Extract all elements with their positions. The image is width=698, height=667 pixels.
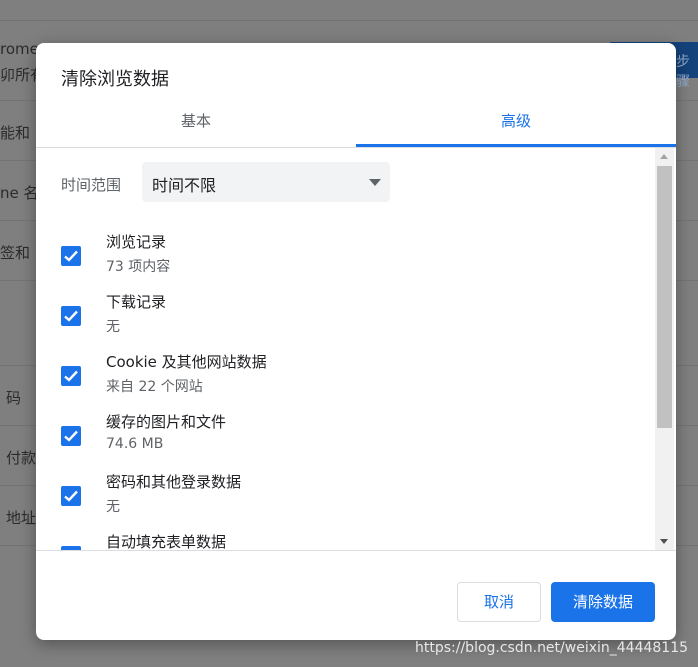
background-text: 能和 bbox=[0, 124, 31, 142]
checkbox-item-downloads[interactable]: 下载记录 无 bbox=[36, 291, 651, 351]
item-title: 密码和其他登录数据 bbox=[106, 473, 242, 491]
checkbox-checked-icon[interactable] bbox=[61, 486, 81, 506]
tab-advanced[interactable]: 高级 bbox=[356, 101, 676, 147]
background-text: rome bbox=[0, 40, 39, 58]
time-range-label: 时间范围 bbox=[61, 176, 122, 194]
item-subtitle: 无 bbox=[106, 319, 120, 335]
item-title: 缓存的图片和文件 bbox=[106, 413, 227, 431]
checkbox-checked-icon[interactable] bbox=[61, 426, 81, 446]
background-text: 签和 bbox=[0, 244, 31, 262]
dialog-title: 清除浏览数据 bbox=[61, 69, 169, 90]
chevron-down-icon bbox=[369, 179, 381, 186]
scroll-down-icon[interactable] bbox=[660, 539, 668, 544]
item-subtitle: 无 bbox=[106, 499, 120, 515]
checkbox-item-cache[interactable]: 缓存的图片和文件 74.6 MB bbox=[36, 411, 651, 471]
item-title: 下载记录 bbox=[106, 293, 167, 311]
scroll-up-icon[interactable] bbox=[660, 154, 668, 159]
dialog-content: 时间范围 时间不限 浏览记录 73 项内容 下载记录 无 Cookie 及其他网… bbox=[36, 148, 676, 550]
checkbox-checked-icon[interactable] bbox=[61, 366, 81, 386]
item-subtitle: 73 项内容 bbox=[106, 259, 171, 275]
watermark: https://blog.csdn.net/weixin_44448115 bbox=[415, 640, 689, 656]
background-button-label: 步骤 bbox=[676, 54, 690, 90]
time-range-value: 时间不限 bbox=[152, 176, 217, 195]
background-text: 付款 bbox=[6, 449, 37, 467]
item-title: 浏览记录 bbox=[106, 233, 167, 251]
checkbox-checked-icon[interactable] bbox=[61, 246, 81, 266]
checkbox-item-cookies[interactable]: Cookie 及其他网站数据 来自 22 个网站 bbox=[36, 351, 651, 411]
tab-bar: 基本 高级 bbox=[36, 101, 676, 148]
background-divider bbox=[0, 20, 698, 21]
scrollbar[interactable] bbox=[655, 148, 674, 550]
checkbox-item-passwords[interactable]: 密码和其他登录数据 无 bbox=[36, 471, 651, 531]
item-title: 自动填充表单数据 bbox=[106, 533, 227, 550]
background-text: 地址 bbox=[6, 509, 37, 527]
item-subtitle: 74.6 MB bbox=[106, 436, 164, 452]
scrollbar-thumb[interactable] bbox=[657, 166, 672, 428]
checkbox-checked-icon[interactable] bbox=[61, 306, 81, 326]
checkbox-item-history[interactable]: 浏览记录 73 项内容 bbox=[36, 231, 651, 291]
checkbox-item-autofill[interactable]: 自动填充表单数据 bbox=[36, 531, 651, 550]
time-range-select[interactable]: 时间不限 bbox=[142, 162, 390, 202]
clear-browsing-data-dialog: 清除浏览数据 基本 高级 时间范围 时间不限 浏览记录 73 项内容 下载记录 … bbox=[36, 43, 676, 640]
background-text: 码 bbox=[6, 389, 22, 407]
cancel-button[interactable]: 取消 bbox=[457, 582, 541, 622]
active-tab-indicator bbox=[356, 144, 676, 147]
item-title: Cookie 及其他网站数据 bbox=[106, 353, 267, 371]
item-subtitle: 来自 22 个网站 bbox=[106, 379, 203, 395]
tab-basic[interactable]: 基本 bbox=[36, 101, 356, 147]
background-text: ne 名 bbox=[0, 184, 39, 202]
clear-data-button[interactable]: 清除数据 bbox=[551, 582, 655, 622]
dialog-footer: 取消 清除数据 bbox=[36, 550, 676, 640]
